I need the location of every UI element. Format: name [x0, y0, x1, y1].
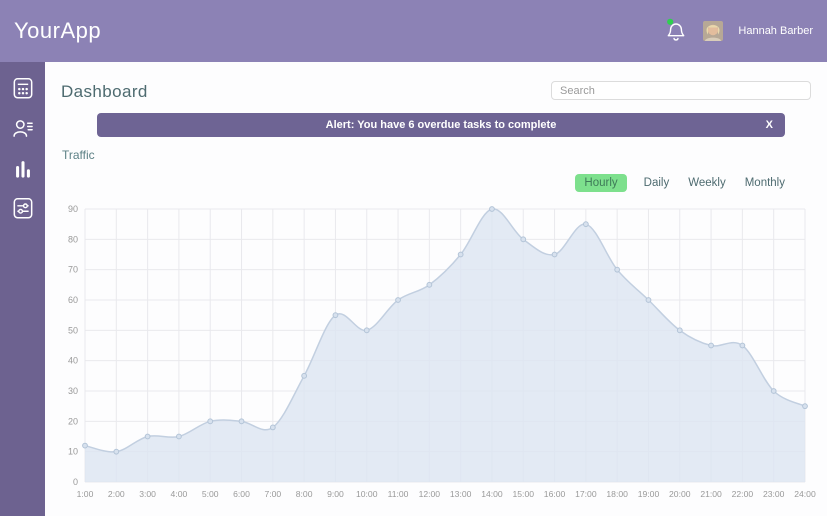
notifications-button[interactable] — [664, 18, 688, 44]
search-input[interactable] — [551, 81, 811, 100]
svg-text:80: 80 — [68, 234, 78, 244]
svg-text:8:00: 8:00 — [296, 489, 313, 499]
svg-text:14:00: 14:00 — [481, 489, 503, 499]
alert-banner: Alert: You have 6 overdue tasks to compl… — [97, 113, 785, 137]
svg-text:40: 40 — [68, 356, 78, 366]
svg-text:17:00: 17:00 — [575, 489, 597, 499]
app-title: YourApp — [14, 18, 101, 44]
svg-text:4:00: 4:00 — [171, 489, 188, 499]
page-title: Dashboard — [61, 82, 148, 102]
svg-text:15:00: 15:00 — [513, 489, 535, 499]
svg-text:2:00: 2:00 — [108, 489, 125, 499]
svg-text:9:00: 9:00 — [327, 489, 344, 499]
svg-text:1:00: 1:00 — [77, 489, 94, 499]
svg-text:10: 10 — [68, 447, 78, 457]
svg-text:22:00: 22:00 — [732, 489, 754, 499]
svg-text:20:00: 20:00 — [669, 489, 691, 499]
avatar[interactable] — [703, 21, 723, 41]
svg-text:18:00: 18:00 — [606, 489, 628, 499]
svg-text:19:00: 19:00 — [638, 489, 660, 499]
contacts-icon[interactable] — [10, 115, 36, 141]
svg-text:12:00: 12:00 — [419, 489, 441, 499]
svg-text:16:00: 16:00 — [544, 489, 566, 499]
section-title-traffic: Traffic — [62, 148, 95, 162]
alert-message: Alert: You have 6 overdue tasks to compl… — [326, 119, 557, 131]
svg-text:6:00: 6:00 — [233, 489, 250, 499]
tab-monthly[interactable]: Monthly — [743, 174, 787, 192]
svg-text:90: 90 — [68, 204, 78, 214]
svg-text:10:00: 10:00 — [356, 489, 378, 499]
bar-chart-icon[interactable] — [10, 155, 36, 181]
tab-weekly[interactable]: Weekly — [686, 174, 728, 192]
bell-icon — [664, 18, 688, 44]
svg-text:11:00: 11:00 — [388, 489, 409, 499]
svg-text:13:00: 13:00 — [450, 489, 472, 499]
alert-close-button[interactable]: X — [766, 113, 773, 137]
svg-text:24:00: 24:00 — [794, 489, 816, 499]
svg-text:30: 30 — [68, 386, 78, 396]
tab-hourly[interactable]: Hourly — [575, 174, 626, 192]
avatar-image — [703, 21, 723, 41]
range-tabs: Hourly Daily Weekly Monthly — [575, 174, 787, 192]
svg-text:20: 20 — [68, 416, 78, 426]
calculator-icon[interactable] — [10, 75, 36, 101]
sidebar-nav — [0, 62, 45, 516]
main-content: Dashboard Alert: You have 6 overdue task… — [45, 62, 827, 516]
svg-text:3:00: 3:00 — [139, 489, 156, 499]
user-name[interactable]: Hannah Barber — [738, 25, 813, 37]
app-header: YourApp Hannah Barber — [0, 0, 827, 62]
tab-daily[interactable]: Daily — [642, 174, 672, 192]
svg-text:50: 50 — [68, 325, 78, 335]
svg-text:0: 0 — [73, 477, 78, 487]
svg-text:70: 70 — [68, 265, 78, 275]
sliders-icon[interactable] — [10, 195, 36, 221]
svg-text:60: 60 — [68, 295, 78, 305]
traffic-area-chart: 0 10 20 30 40 50 60 70 80 90 1:00 2:00 3:00 4:00 5:00 6… — [45, 195, 827, 516]
svg-text:7:00: 7:00 — [264, 489, 281, 499]
svg-text:5:00: 5:00 — [202, 489, 219, 499]
notification-status-dot — [667, 19, 673, 25]
svg-text:23:00: 23:00 — [763, 489, 785, 499]
svg-text:21:00: 21:00 — [700, 489, 722, 499]
